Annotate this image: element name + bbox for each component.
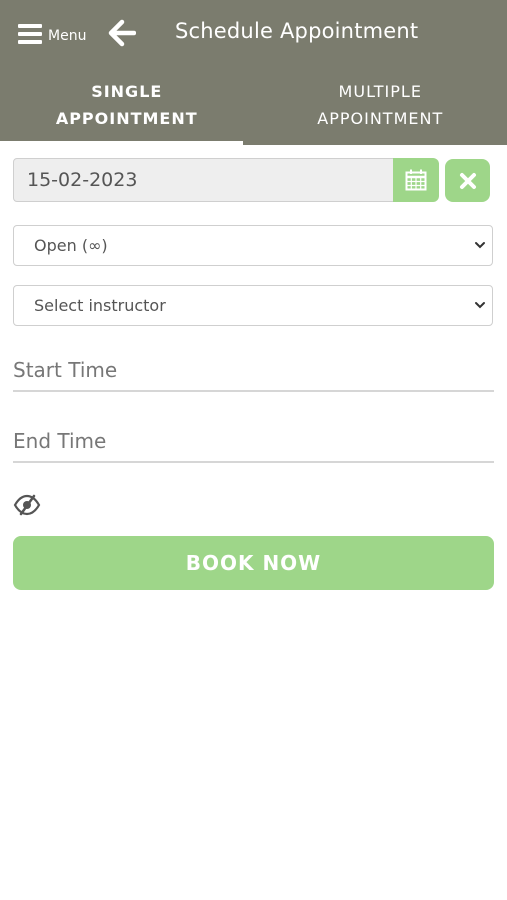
instructor-select-value: Select instructor (34, 296, 166, 315)
instructor-select[interactable]: Select instructor (13, 285, 493, 326)
appointment-tabs: SINGLE APPOINTMENT MULTIPLE APPOINTMENT (0, 78, 507, 145)
start-time-input[interactable]: Start Time (13, 350, 494, 392)
tab-single-appointment[interactable]: SINGLE APPOINTMENT (0, 78, 254, 145)
date-picker-row: 15-02-2023 (13, 158, 490, 202)
end-time-input[interactable]: End Time (13, 421, 494, 463)
tab-label-line2: APPOINTMENT (55, 109, 198, 128)
chevron-down-icon (475, 302, 485, 309)
app-header: Menu Schedule Appointment SINGLE APPOINT… (0, 0, 507, 145)
status-select-value: Open (∞) (34, 236, 108, 255)
status-select[interactable]: Open (∞) (13, 225, 493, 266)
menu-label: Menu (48, 28, 87, 44)
tab-multiple-appointment[interactable]: MULTIPLE APPOINTMENT (254, 78, 507, 145)
active-tab-indicator (0, 141, 243, 145)
page-title: Schedule Appointment (175, 19, 419, 43)
clear-date-button[interactable] (445, 159, 490, 202)
tab-label-line1: SINGLE (91, 82, 163, 101)
close-icon (459, 172, 476, 189)
date-input[interactable]: 15-02-2023 (13, 158, 408, 202)
eye-slash-icon[interactable] (13, 494, 41, 516)
book-now-button[interactable]: BOOK NOW (13, 536, 494, 590)
chevron-down-icon (475, 242, 485, 249)
calendar-button[interactable] (393, 158, 439, 202)
menu-button[interactable]: Menu (18, 20, 86, 48)
calendar-icon (405, 169, 427, 191)
hamburger-icon (18, 24, 42, 44)
tab-label-line1: MULTIPLE (338, 82, 422, 101)
arrow-left-icon[interactable] (108, 19, 136, 47)
tab-label-line2: APPOINTMENT (317, 109, 444, 128)
